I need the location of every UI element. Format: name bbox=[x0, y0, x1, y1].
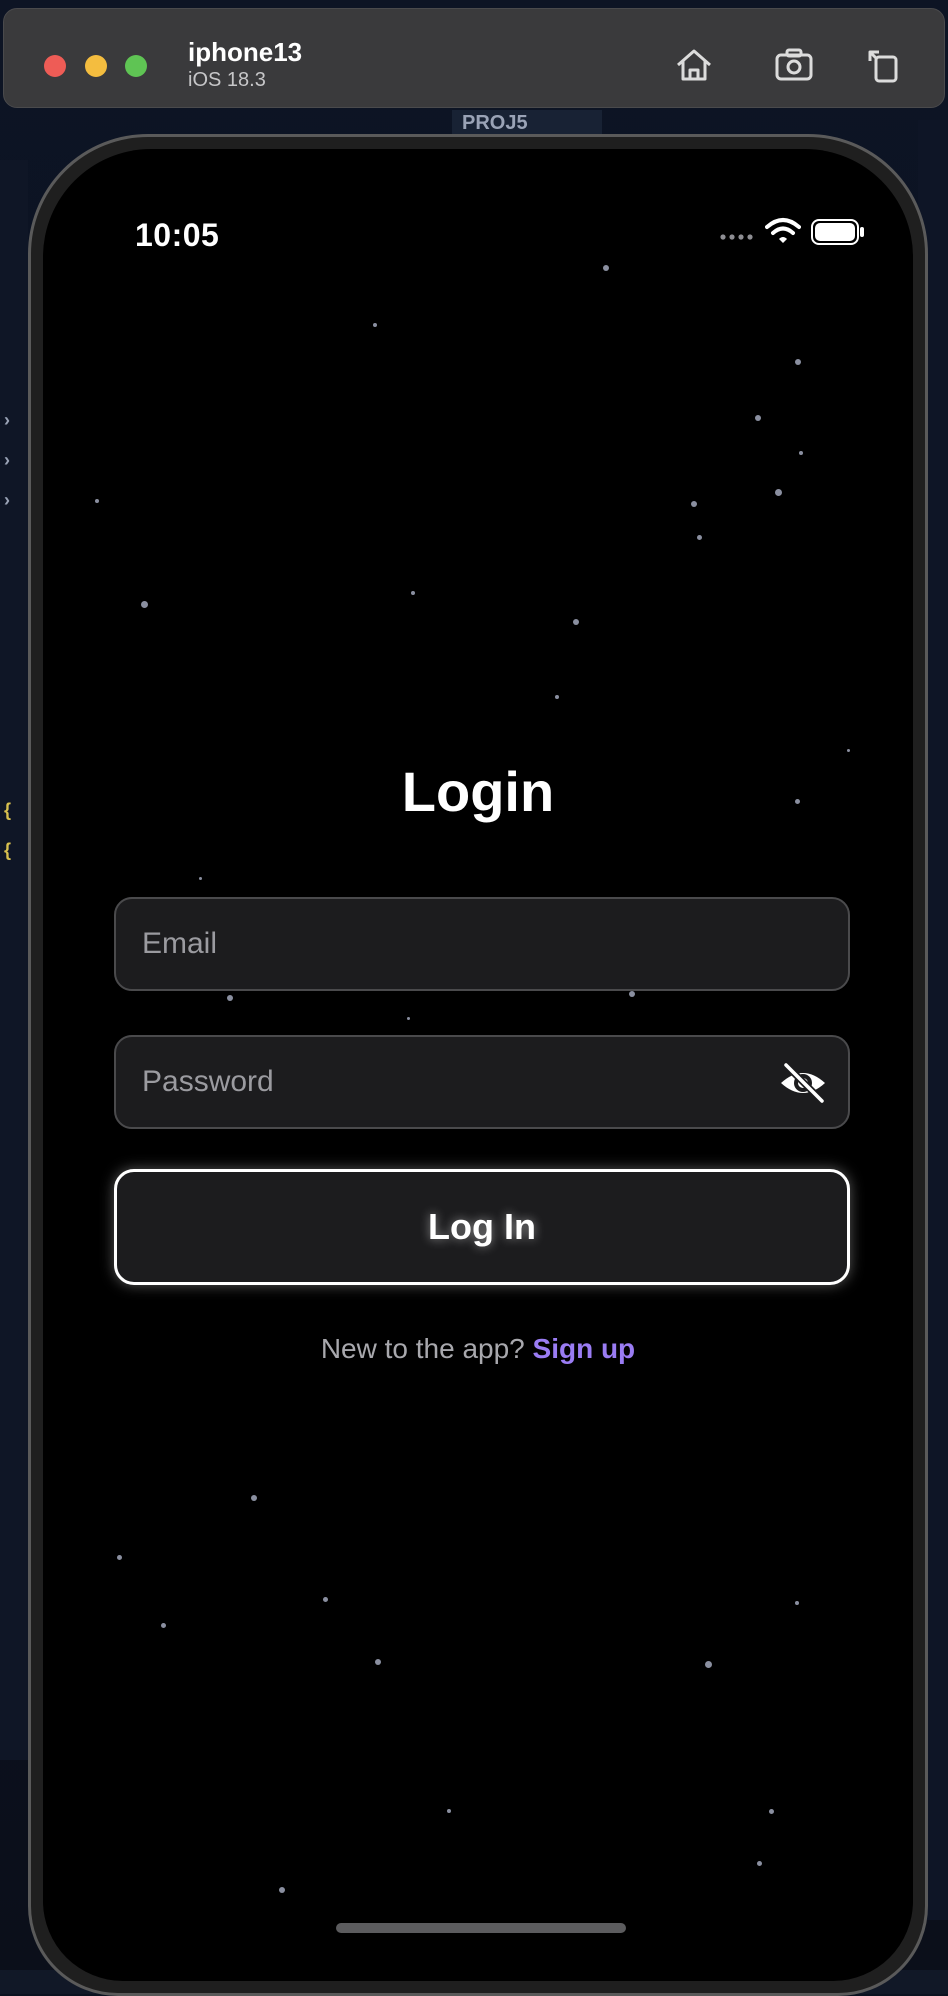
star-dot bbox=[323, 1597, 328, 1602]
ide-chevron: › bbox=[4, 450, 10, 470]
star-dot bbox=[757, 1861, 762, 1866]
star-dot bbox=[373, 323, 377, 327]
ide-chevron: › bbox=[4, 490, 10, 510]
minimize-button[interactable] bbox=[85, 55, 107, 77]
cellular-icon bbox=[720, 234, 753, 240]
ide-project-label: PROJ5 bbox=[452, 110, 602, 136]
star-dot bbox=[775, 489, 782, 496]
star-dot bbox=[629, 991, 635, 997]
home-indicator[interactable] bbox=[336, 1923, 626, 1933]
device-os-version: iOS 18.3 bbox=[188, 69, 266, 91]
ide-chevron: › bbox=[4, 410, 10, 430]
battery-icon bbox=[811, 219, 864, 245]
star-dot bbox=[227, 995, 233, 1001]
star-dot bbox=[447, 1809, 451, 1813]
star-dot bbox=[407, 1017, 410, 1020]
app-screen: 10:05 Login Email Log In New to the app?… bbox=[43, 149, 913, 1981]
star-dot bbox=[375, 1659, 381, 1665]
star-dot bbox=[705, 1661, 712, 1668]
star-dot bbox=[117, 1555, 122, 1560]
email-field[interactable] bbox=[142, 899, 762, 989]
wifi-icon bbox=[765, 218, 801, 243]
device-name: iphone13 bbox=[188, 37, 303, 67]
star-dot bbox=[691, 501, 697, 507]
star-dot bbox=[251, 1495, 257, 1501]
star-dot bbox=[95, 499, 99, 503]
rotate-icon[interactable] bbox=[862, 43, 906, 87]
password-field-container bbox=[114, 1035, 850, 1129]
star-dot bbox=[697, 535, 702, 540]
star-dot bbox=[555, 695, 559, 699]
ide-json-icon: { bbox=[4, 800, 12, 820]
star-dot bbox=[279, 1887, 285, 1893]
star-dot bbox=[799, 451, 803, 455]
signup-row: New to the app? Sign up bbox=[43, 1333, 913, 1365]
zoom-button[interactable] bbox=[125, 55, 147, 77]
simulator-titlebar: iphone13 iOS 18.3 bbox=[3, 8, 945, 108]
close-button[interactable] bbox=[44, 55, 66, 77]
page-title: Login bbox=[401, 760, 555, 823]
password-field[interactable] bbox=[142, 1037, 762, 1127]
star-dot bbox=[411, 591, 415, 595]
star-dot bbox=[573, 619, 579, 625]
star-dot bbox=[769, 1809, 774, 1814]
eye-slash-icon[interactable] bbox=[778, 1061, 828, 1105]
iphone-frame: 10:05 Login Email Log In New to the app?… bbox=[28, 134, 928, 1996]
login-button[interactable]: Log In bbox=[114, 1169, 850, 1285]
star-dot bbox=[161, 1623, 166, 1628]
signup-link[interactable]: Sign up bbox=[533, 1333, 636, 1364]
home-icon[interactable] bbox=[672, 43, 716, 87]
star-dot bbox=[795, 1601, 799, 1605]
star-dot bbox=[795, 359, 801, 365]
ide-explorer-strip: › › › { { bbox=[0, 160, 28, 1760]
star-dot bbox=[603, 265, 609, 271]
star-dot bbox=[141, 601, 148, 608]
ide-json-icon: { bbox=[4, 840, 12, 860]
email-field-container bbox=[114, 897, 850, 991]
signup-prompt: New to the app? bbox=[320, 1333, 525, 1364]
screenshot-icon[interactable] bbox=[772, 43, 816, 87]
star-dot bbox=[847, 749, 850, 752]
star-dot bbox=[199, 877, 202, 880]
star-dot bbox=[755, 415, 761, 421]
status-time: 10:05 bbox=[135, 217, 220, 253]
